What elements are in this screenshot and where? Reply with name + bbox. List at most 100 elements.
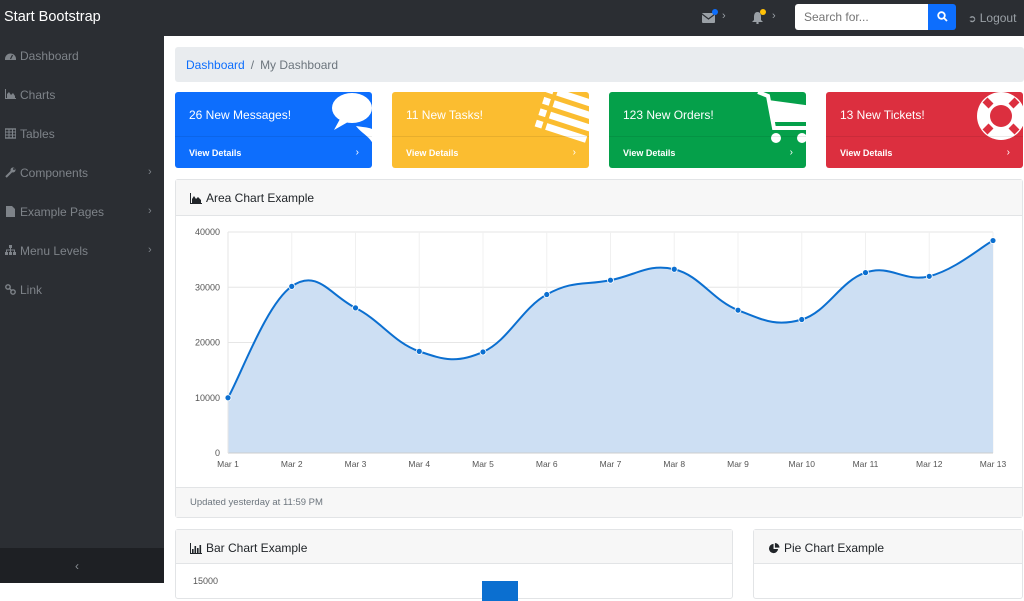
area-chart-footer: Updated yesterday at 11:59 PM bbox=[176, 487, 1022, 517]
y-tick-label: 40000 bbox=[195, 227, 220, 237]
data-point bbox=[352, 304, 359, 312]
area-chart-icon bbox=[5, 89, 16, 99]
sidebar-item-link[interactable]: Link bbox=[0, 275, 164, 305]
data-point bbox=[415, 347, 423, 355]
area-chart: 0 10000 20000 30000 40000 Mar 1 Mar 2 Mar 3 Mar … bbox=[195, 227, 1007, 469]
divider bbox=[175, 136, 372, 137]
sidebar-item-label: Components bbox=[20, 166, 89, 180]
alerts-dropdown[interactable]: › bbox=[748, 0, 782, 36]
pie-chart-title: Pie Chart Example bbox=[784, 541, 885, 555]
x-tick-label: Mar 10 bbox=[789, 459, 816, 469]
table-icon bbox=[5, 128, 16, 139]
sidebar-item-menu-levels[interactable]: Menu Levels › bbox=[0, 236, 164, 266]
data-point bbox=[670, 265, 678, 273]
y-tick-label: 20000 bbox=[195, 338, 220, 348]
bar-chart-icon bbox=[190, 543, 202, 554]
data-point bbox=[479, 348, 487, 356]
sidebar-item-label: Tables bbox=[20, 127, 55, 141]
data-point bbox=[734, 306, 742, 314]
link-icon bbox=[5, 284, 16, 295]
stat-card-title: 123 New Orders! bbox=[623, 108, 714, 122]
data-point bbox=[607, 276, 614, 284]
logout-link[interactable]: ➲ Logout bbox=[968, 11, 1016, 25]
area-chart-title: Area Chart Example bbox=[206, 191, 315, 205]
x-tick-label: Mar 2 bbox=[281, 459, 303, 469]
brand-logo[interactable]: Start Bootstrap bbox=[4, 9, 101, 25]
view-details-link[interactable]: View Details bbox=[406, 148, 458, 158]
shopping-cart-icon bbox=[757, 92, 806, 143]
area-chart-card: Area Chart Example 0 10000 20000 30000 40000… bbox=[175, 179, 1023, 518]
x-tick-label: Mar 13 bbox=[980, 459, 1007, 469]
logout-label: Logout bbox=[979, 11, 1017, 25]
divider bbox=[826, 136, 1023, 137]
y-tick-label: 0 bbox=[215, 448, 220, 458]
x-tick-label: Mar 3 bbox=[345, 459, 367, 469]
stat-card-tickets: 13 New Tickets! View Details › bbox=[826, 92, 1023, 168]
life-ring-icon bbox=[977, 92, 1023, 140]
x-tick-label: Mar 12 bbox=[916, 459, 943, 469]
messages-dropdown[interactable]: › bbox=[700, 0, 734, 36]
x-tick-label: Mar 5 bbox=[472, 459, 494, 469]
bar-chart-card: Bar Chart Example 15000 bbox=[175, 529, 733, 601]
stat-card-messages: 26 New Messages! View Details › bbox=[175, 92, 372, 168]
chevron-right-icon: › bbox=[772, 10, 776, 22]
chevron-right-icon: › bbox=[148, 205, 152, 217]
data-point bbox=[224, 394, 232, 402]
chevron-right-icon: › bbox=[789, 147, 793, 158]
search-input[interactable] bbox=[795, 4, 929, 30]
pie-chart-card: Pie Chart Example bbox=[753, 529, 1023, 599]
bar-chart-header: Bar Chart Example bbox=[176, 530, 732, 564]
breadcrumb-separator: / bbox=[250, 58, 255, 72]
x-tick-label: Mar 8 bbox=[663, 459, 685, 469]
sidebar-toggle-button[interactable]: ‹ bbox=[0, 548, 164, 583]
comments-icon bbox=[332, 93, 372, 143]
data-point bbox=[925, 272, 933, 280]
wrench-icon bbox=[5, 167, 16, 178]
view-details-link[interactable]: View Details bbox=[840, 148, 892, 158]
sitemap-icon bbox=[5, 245, 16, 255]
area-chart-header: Area Chart Example bbox=[176, 180, 1022, 216]
sidebar-item-dashboard[interactable]: Dashboard bbox=[0, 41, 164, 71]
sidebar: Dashboard Charts Tables Components › Exa… bbox=[0, 36, 164, 583]
sidebar-item-charts[interactable]: Charts bbox=[0, 80, 164, 110]
main-content: Dashboard / My Dashboard 26 New Messages! … bbox=[164, 36, 1024, 601]
x-tick-label: Mar 6 bbox=[536, 459, 558, 469]
pie-chart-header: Pie Chart Example bbox=[754, 530, 1022, 564]
sidebar-item-tables[interactable]: Tables bbox=[0, 119, 164, 149]
chevron-right-icon: › bbox=[148, 166, 152, 178]
chevron-right-icon: › bbox=[355, 147, 359, 158]
sidebar-item-label: Example Pages bbox=[20, 205, 105, 219]
dashboard-icon bbox=[5, 53, 16, 60]
data-point bbox=[543, 291, 551, 298]
sidebar-item-example-pages[interactable]: Example Pages › bbox=[0, 197, 164, 227]
x-tick-label: Mar 1 bbox=[217, 459, 239, 469]
bar-chart-bar bbox=[482, 581, 518, 601]
sidebar-item-label: Dashboard bbox=[20, 49, 79, 63]
area-chart-icon bbox=[190, 193, 202, 204]
y-tick-label: 30000 bbox=[195, 282, 220, 292]
stat-card-title: 26 New Messages! bbox=[189, 108, 292, 122]
search-button[interactable] bbox=[928, 4, 956, 30]
stat-card-tasks: 11 New Tasks! View Details › bbox=[392, 92, 589, 168]
x-tick-label: Mar 4 bbox=[408, 459, 430, 469]
chevron-right-icon: › bbox=[148, 244, 152, 256]
breadcrumb-link-dashboard[interactable]: Dashboard bbox=[186, 58, 245, 72]
data-point bbox=[288, 282, 296, 290]
file-icon bbox=[6, 206, 15, 217]
chevron-left-icon: ‹ bbox=[75, 559, 79, 573]
bar-chart-title: Bar Chart Example bbox=[206, 541, 308, 555]
messages-badge bbox=[712, 9, 718, 15]
stat-card-orders: 123 New Orders! View Details › bbox=[609, 92, 806, 168]
divider bbox=[609, 136, 806, 137]
sign-out-icon: ➲ bbox=[968, 14, 977, 25]
y-tick-label: 10000 bbox=[195, 393, 220, 403]
view-details-link[interactable]: View Details bbox=[189, 148, 241, 158]
breadcrumb: Dashboard / My Dashboard bbox=[175, 47, 1024, 82]
view-details-link[interactable]: View Details bbox=[623, 148, 675, 158]
x-tick-label: Mar 11 bbox=[853, 459, 879, 469]
breadcrumb-current: My Dashboard bbox=[260, 58, 339, 72]
sidebar-item-components[interactable]: Components › bbox=[0, 158, 164, 188]
search-icon bbox=[937, 11, 948, 22]
divider bbox=[392, 136, 589, 137]
stat-card-title: 13 New Tickets! bbox=[840, 108, 925, 122]
